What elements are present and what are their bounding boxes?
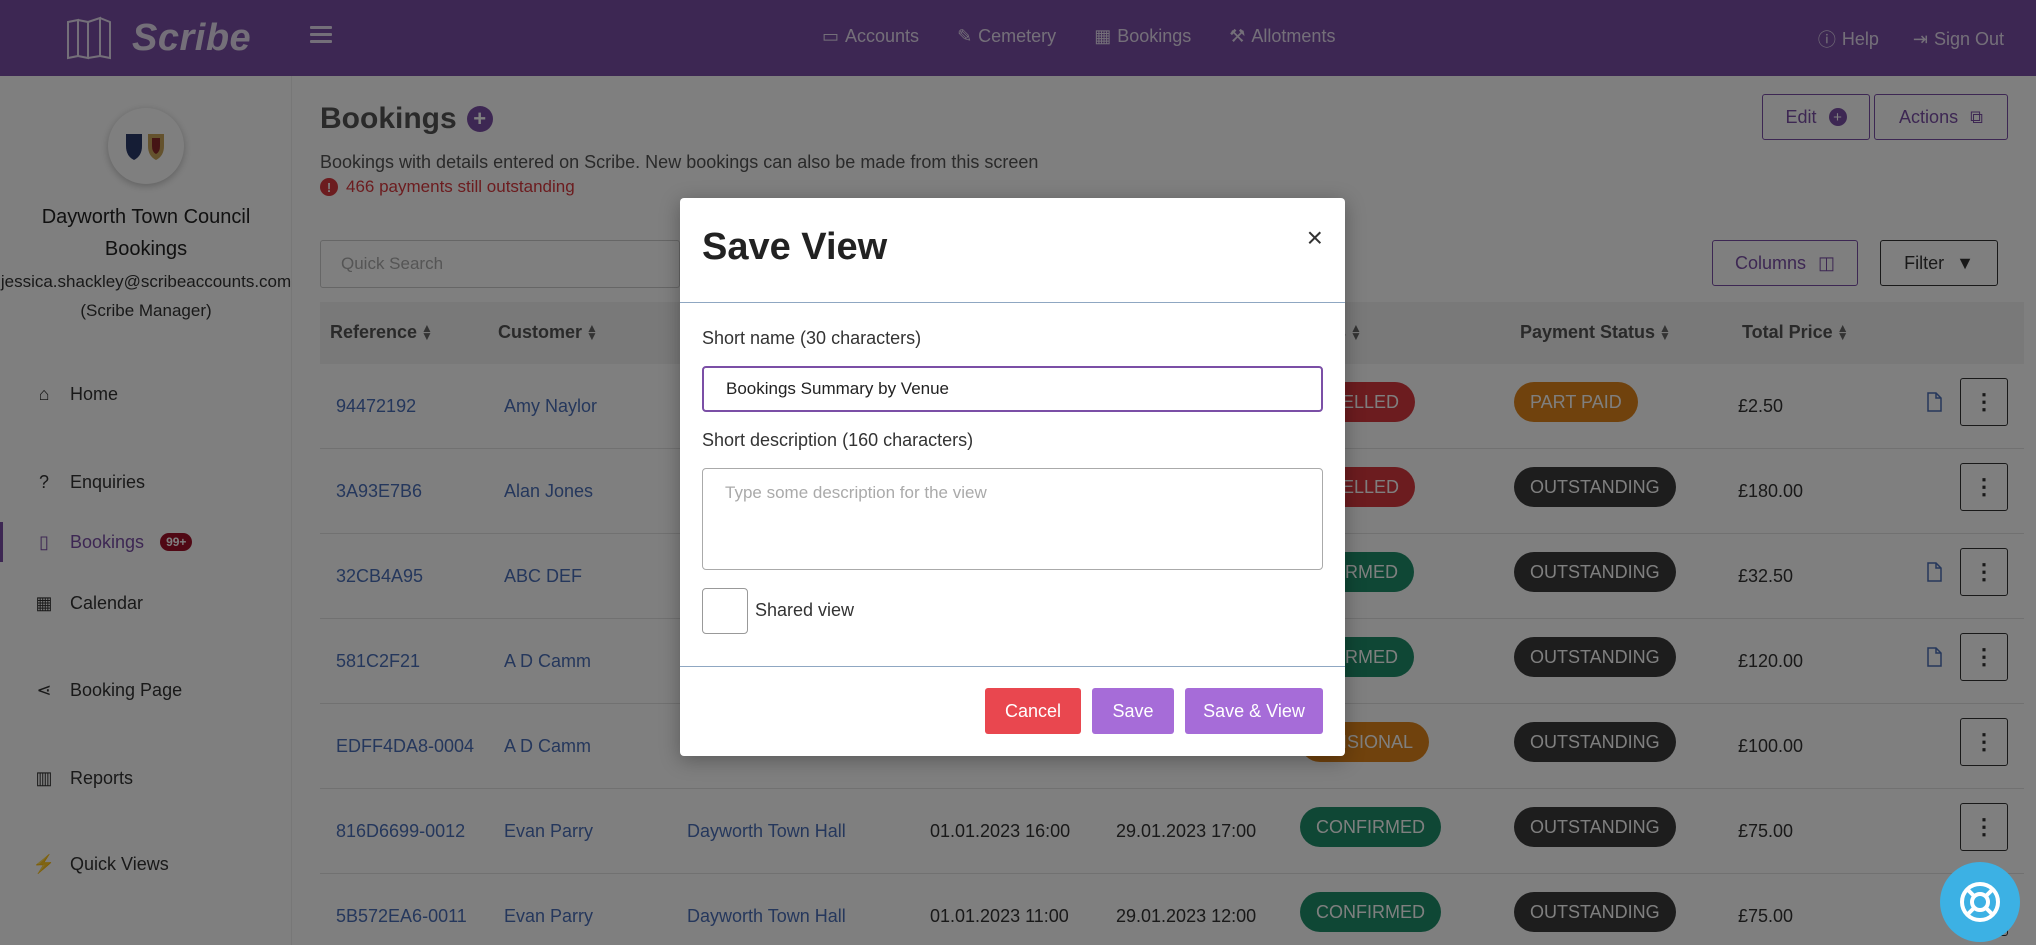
cancel-button[interactable]: Cancel [985, 688, 1081, 734]
shared-view-label[interactable]: Shared view [755, 600, 854, 621]
close-icon[interactable]: × [1307, 224, 1323, 252]
short-name-label: Short name (30 characters) [702, 328, 922, 348]
shared-view-checkbox[interactable] [702, 588, 748, 634]
modal-divider [680, 666, 1345, 667]
short-description-textarea[interactable]: Type some description for the view [702, 468, 1323, 570]
short-description-label: Short description (160 characters) [702, 430, 974, 450]
lifebuoy-icon [1960, 882, 2000, 922]
help-lifebuoy-button[interactable] [1940, 862, 2020, 942]
modal-divider [680, 302, 1345, 303]
short-name-input[interactable]: Bookings Summary by Venue [702, 366, 1323, 412]
save-button[interactable]: Save [1092, 688, 1174, 734]
save-and-view-button[interactable]: Save & View [1185, 688, 1323, 734]
save-view-modal: Save View × Short name (30 characters) B… [680, 198, 1345, 756]
modal-title: Save View [702, 226, 888, 268]
